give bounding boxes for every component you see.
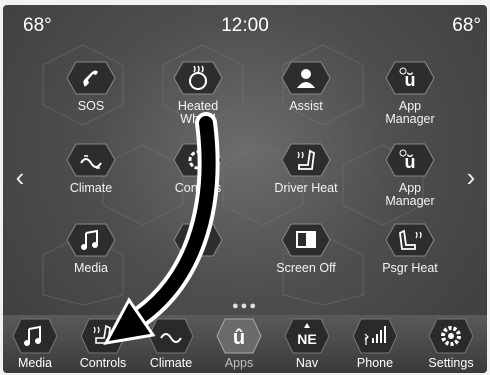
app-label: Driver Heat	[274, 181, 338, 195]
app-label: SOS	[77, 99, 105, 113]
nav-glyph: NE	[297, 331, 316, 347]
app-label: Heated Wheel	[177, 99, 219, 126]
dock-apps[interactable]: û Apps	[209, 318, 269, 370]
dock-nav[interactable]: NE Nav	[277, 318, 337, 370]
svg-text:ŭ: ŭ	[405, 70, 416, 90]
app-label: App Manager	[385, 99, 435, 126]
app-label: Climate	[69, 181, 113, 195]
dock-media[interactable]: Media	[5, 318, 65, 370]
app-label: Controls	[174, 181, 222, 195]
app-controls[interactable]: Controls	[148, 143, 248, 195]
app-label: App Manager	[385, 181, 435, 208]
apps-glyph: û	[233, 327, 245, 349]
passenger-seat-heat-icon	[385, 223, 435, 257]
dock-label: Climate	[149, 356, 193, 370]
app-label: Media	[73, 261, 109, 275]
app-sos[interactable]: SOS	[41, 61, 141, 113]
nav-icon: N	[173, 223, 223, 257]
dock-label: Controls	[79, 356, 127, 370]
app-heated-wheel[interactable]: Heated Wheel	[148, 61, 248, 126]
gear-icon	[428, 318, 474, 354]
app-driver-heat[interactable]: Driver Heat	[256, 143, 356, 195]
uconnect-screen: 68° 12:00 68° ‹ › SOS Heated Wheel Assis…	[3, 5, 487, 373]
apps-icon: û	[216, 318, 262, 354]
app-psgr-heat[interactable]: Psgr Heat	[360, 223, 460, 275]
dock-phone[interactable]: Phone	[345, 318, 405, 370]
climate-icon	[148, 318, 194, 354]
page-indicator[interactable]: ●●●	[3, 300, 487, 312]
dock-climate[interactable]: Climate	[141, 318, 201, 370]
controls-icon	[80, 318, 126, 354]
phone-signal-icon	[352, 318, 398, 354]
app-assist[interactable]: Assist	[256, 61, 356, 113]
app-nav[interactable]: N	[148, 223, 248, 262]
dock-settings[interactable]: Settings	[421, 318, 481, 370]
screen-off-icon	[281, 223, 331, 257]
app-screen-off[interactable]: Screen Off	[256, 223, 356, 275]
dock-label: Phone	[356, 356, 394, 370]
chevron-right-icon[interactable]: ›	[461, 162, 481, 193]
app-label: Assist	[289, 99, 323, 113]
dock-label: Media	[17, 356, 53, 370]
music-note-icon	[66, 223, 116, 257]
dock-controls[interactable]: Controls	[73, 318, 133, 370]
chevron-left-icon[interactable]: ‹	[10, 162, 30, 193]
app-label: Screen Off	[276, 261, 336, 275]
climate-icon	[66, 143, 116, 177]
driver-seat-heat-icon	[281, 143, 331, 177]
compass-icon: NE	[284, 318, 330, 354]
app-label: Psgr Heat	[382, 261, 438, 275]
svg-text:N: N	[193, 234, 202, 249]
bottom-dock: Media Controls Climate û Apps NE Nav Pho…	[3, 315, 487, 373]
heated-wheel-icon	[173, 61, 223, 95]
app-manager-icon: ŭ	[385, 61, 435, 95]
music-note-icon	[12, 318, 58, 354]
app-manager-icon: ŭ	[385, 143, 435, 177]
right-temperature[interactable]: 68°	[452, 15, 481, 37]
app-climate[interactable]: Climate	[41, 143, 141, 195]
dock-label: Apps	[224, 356, 254, 370]
svg-text:ŭ: ŭ	[405, 152, 416, 172]
assist-icon	[281, 61, 331, 95]
dock-label: Nav	[295, 356, 319, 370]
clock: 12:00	[221, 15, 269, 36]
app-app-manager[interactable]: ŭ App Manager	[360, 61, 460, 126]
app-media[interactable]: Media	[41, 223, 141, 275]
dock-label: Settings	[428, 356, 474, 370]
phone-icon	[66, 61, 116, 95]
controls-icon	[173, 143, 223, 177]
app-app-manager-2[interactable]: ŭ App Manager	[360, 143, 460, 208]
